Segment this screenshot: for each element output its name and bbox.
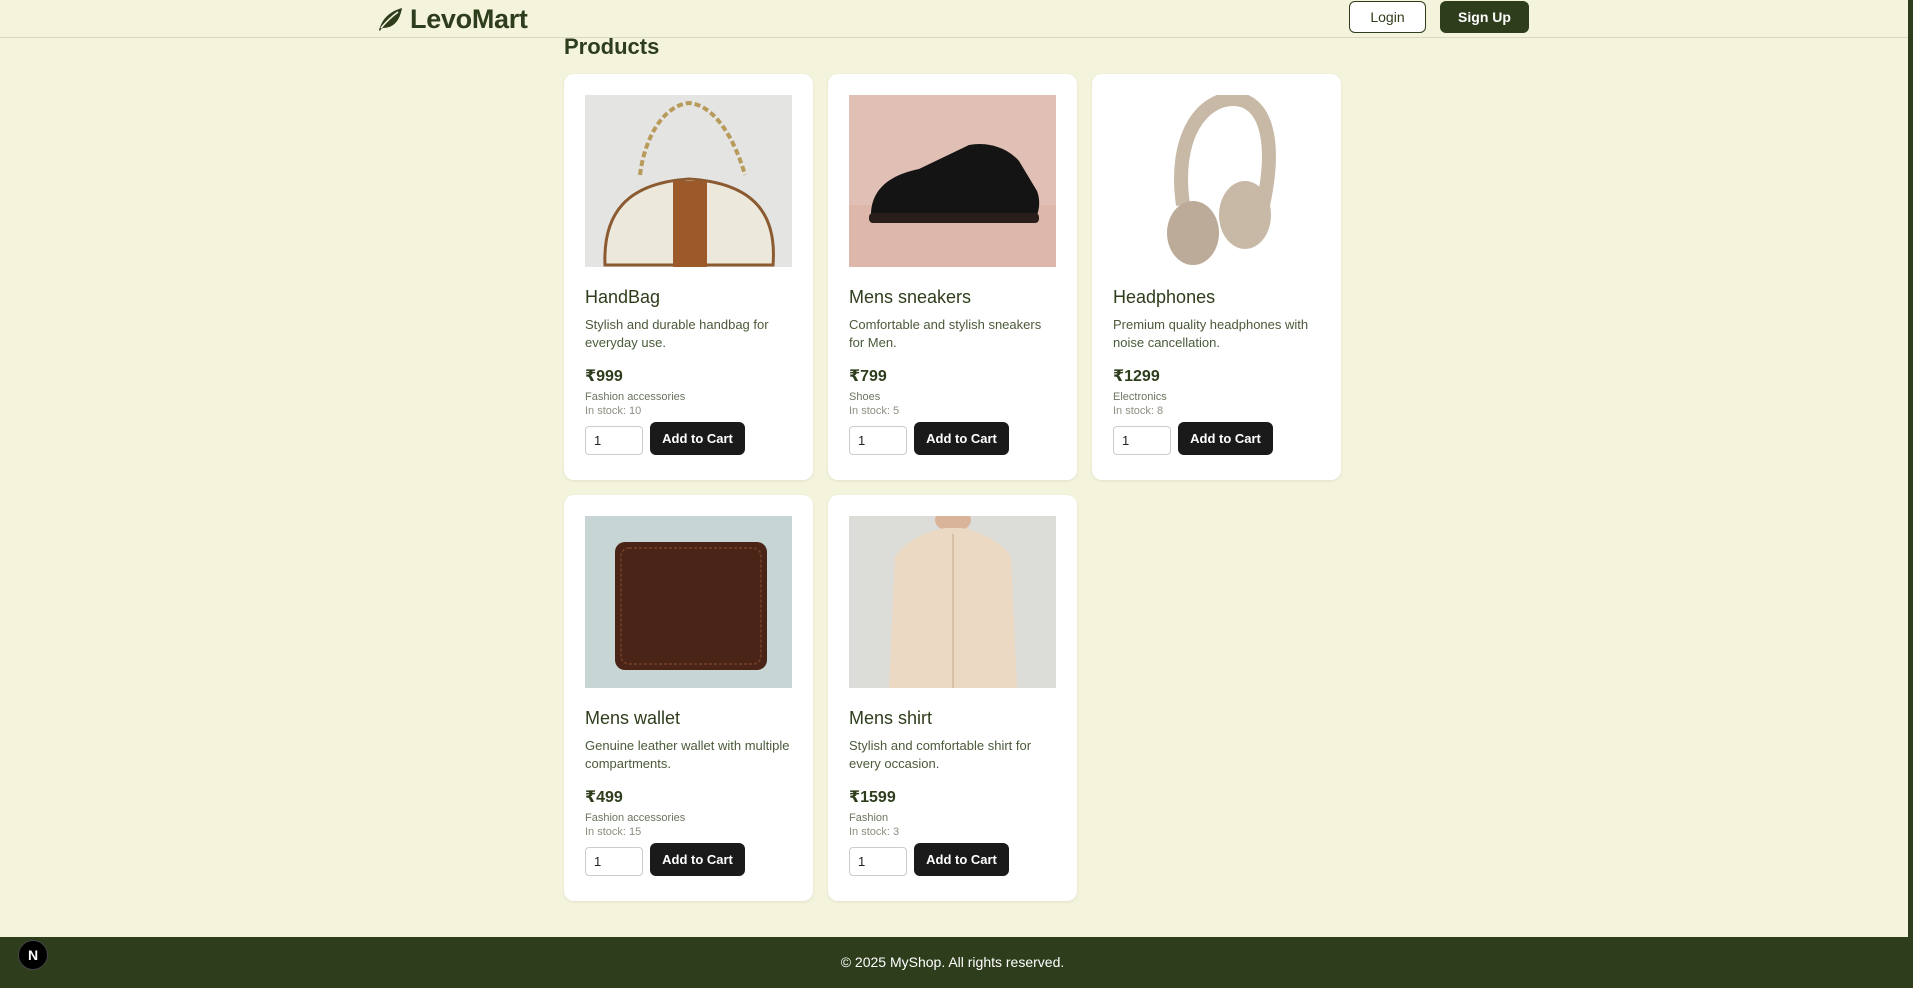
product-price: ₹999 [585,368,623,385]
signup-button[interactable]: Sign Up [1440,1,1529,33]
product-category: Fashion [849,812,889,824]
product-stock: In stock: 8 [1113,405,1164,417]
product-card: Mens shirt Stylish and comfortable shirt… [828,495,1077,901]
product-stock: In stock: 3 [849,826,900,838]
leaf-icon [379,8,402,31]
dev-tools-badge[interactable]: N [18,940,48,970]
product-card: Mens sneakers Comfortable and stylish sn… [828,74,1077,480]
product-name: Mens shirt [849,708,933,728]
site-header: LevoMart Login Sign Up [0,0,1908,38]
login-button[interactable]: Login [1349,1,1426,33]
quantity-input[interactable] [585,426,643,455]
product-card: Mens wallet Genuine leather wallet with … [564,495,813,901]
product-card: HandBag Stylish and durable handbag for … [564,74,813,480]
quantity-input[interactable] [1113,426,1171,455]
product-stock: In stock: 5 [849,405,900,417]
product-image-headphones [1113,95,1320,267]
product-stock: In stock: 10 [585,405,642,417]
product-image-wallet [585,516,792,688]
add-to-cart-button[interactable]: Add to Cart [914,422,1009,455]
brand-logo[interactable]: LevoMart [376,4,528,34]
product-price: ₹799 [849,368,887,385]
product-image-shirt [849,516,1056,688]
quantity-input[interactable] [849,847,907,876]
product-stock: In stock: 15 [585,826,642,838]
product-price: ₹1599 [849,789,896,806]
add-to-cart-button[interactable]: Add to Cart [1178,422,1273,455]
product-name: HandBag [585,287,661,307]
quantity-input[interactable] [585,847,643,876]
product-name: Mens wallet [585,708,681,728]
product-category: Fashion accessories [585,391,686,403]
add-to-cart-button[interactable]: Add to Cart [650,843,745,876]
product-description: Comfortable and stylish sneakers for Men… [849,317,1042,350]
product-price: ₹499 [585,789,623,806]
product-category: Electronics [1113,391,1167,403]
product-card: Headphones Premium quality headphones wi… [1092,74,1341,480]
product-name: Headphones [1113,287,1216,307]
site-footer: © 2025 MyShop. All rights reserved. [0,937,1908,988]
product-description: Stylish and comfortable shirt for every … [849,738,1032,771]
product-price: ₹1299 [1113,368,1160,385]
product-image-sneakers [849,95,1056,267]
brand-name: LevoMart [410,3,528,34]
product-category: Shoes [849,391,881,403]
page-scrollbar[interactable] [1908,0,1913,988]
page-title: Products [564,34,660,59]
add-to-cart-button[interactable]: Add to Cart [914,843,1009,876]
product-category: Fashion accessories [585,812,686,824]
copyright-text: © 2025 MyShop. All rights reserved. [840,954,1065,970]
add-to-cart-button[interactable]: Add to Cart [650,422,745,455]
quantity-input[interactable] [849,426,907,455]
product-description: Genuine leather wallet with multiple com… [585,738,790,771]
product-description: Stylish and durable handbag for everyday… [585,317,769,350]
product-description: Premium quality headphones with noise ca… [1113,317,1309,350]
product-image-handbag [585,95,792,267]
product-name: Mens sneakers [849,287,972,307]
